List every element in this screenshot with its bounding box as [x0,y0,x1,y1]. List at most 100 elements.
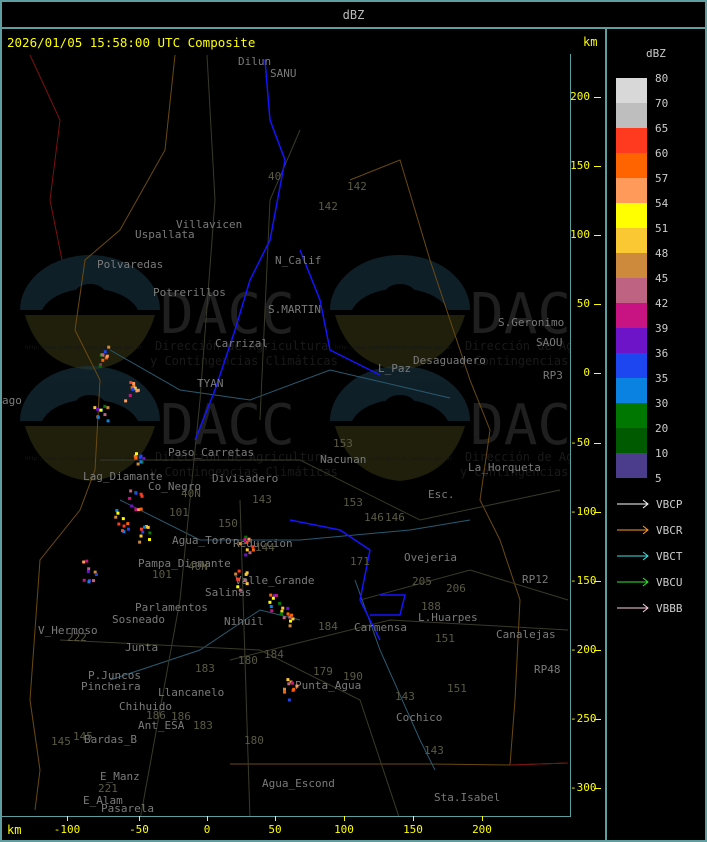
y-tick-label: -50 [570,435,590,449]
radar-echo [92,579,96,583]
radar-echo [139,507,143,511]
radar-echo [128,393,132,397]
arrow-icon [617,525,649,535]
color-swatch [616,253,647,278]
color-swatch [616,103,647,128]
scale-label: 35 [655,372,669,385]
radar-echo [142,456,146,460]
scale-label: 39 [655,322,669,335]
radar-echo [244,553,248,557]
place-label: RP48 [534,663,561,676]
radar-echo [237,569,241,573]
place-label: Cochico [396,711,442,724]
y-tick-mark [594,97,601,98]
svg-text:http://www.contingencias.mendo: http://www.contingencias.mendoza.gov.ar [25,456,142,462]
color-swatch [616,378,647,403]
y-tick-mark [594,166,601,168]
place-label: L_Paz [378,362,411,375]
color-swatch [616,353,647,378]
radar-echo [129,380,133,384]
radar-echo [282,616,286,620]
place-label: Agua_Escond [262,777,335,790]
place-label: SAOU [536,336,563,349]
radar-site-name: VBCT [656,549,683,563]
radar-echo [283,687,287,691]
svg-text:y Contingencias Climáticas: y Contingencias Climáticas [150,354,338,368]
place-label: Potrerillos [153,286,226,299]
radar-echo [286,678,290,682]
arrow-icon [617,577,649,587]
dacc-watermark: DACCDirección de Agriculturay Contingenc… [330,255,570,370]
svg-text:http://www.contingencias.mendo: http://www.contingencias.mendoza.gov.ar [335,345,452,351]
radar-echo [245,540,249,544]
radar-echo [287,698,291,702]
radar-echo [234,572,238,576]
radar-site-name: VBCR [656,523,683,537]
place-label: RP3 [543,369,563,382]
legend-unit: dBZ [646,47,666,60]
place-label: Pasarela [101,802,154,815]
radar-echo [134,491,138,495]
color-swatch [616,153,647,178]
route-number: 146 [385,511,405,524]
country-border [29,54,63,261]
radar-echo [99,408,103,412]
radar-echo [146,525,150,529]
x-tick-label: 0 [203,823,211,836]
y-tick-mark [594,304,601,306]
scale-label: 65 [655,122,669,135]
route-number: 186 [171,710,191,723]
color-swatch [616,78,647,103]
route-number: 101 [169,506,189,519]
y-tick-label: -100 [570,504,597,518]
x-tick-mark [139,816,140,821]
place-label: Nacunan [320,453,366,466]
y-axis-unit: km [583,35,598,49]
place-label: Nihuil [224,615,264,628]
x-tick-label: -100 [53,823,81,836]
radar-echo [286,606,290,610]
scale-label: 51 [655,222,669,235]
color-swatch [616,453,647,478]
scale-label: 20 [655,422,669,435]
radar-echo [135,452,139,456]
radar-echo [268,600,272,604]
y-tick-label: 50 [576,297,590,311]
radar-map[interactable]: DACC Dirección de Agricultura y Contingenc… [2,54,571,817]
radar-echo [103,413,107,417]
place-label: Polvaredas [97,258,163,271]
arrow-icon [617,499,649,509]
radar-echo [87,580,91,584]
y-tick-mark [594,442,601,444]
scale-label: 10 [655,447,669,460]
timestamp-title: 2026/01/05 15:58:00 UTC Composite [7,35,256,50]
y-tick-mark [594,511,601,513]
color-swatch [616,128,647,153]
radar-echo [96,407,100,411]
country-border [509,762,569,766]
route-number: 222 [67,631,87,644]
y-tick-label: -150 [570,573,597,587]
scale-label: 54 [655,197,669,210]
radar-echo [287,682,291,686]
route-number: 171 [350,555,370,568]
radar-site-item: VBCU [616,575,683,589]
route-number: 183 [195,662,215,675]
x-tick-label: 200 [472,823,492,836]
place-label: Sosneado [112,613,165,626]
route-number: 150 [218,517,238,530]
route-number: 142 [347,180,367,193]
radar-echo [134,456,138,460]
place-label: Sta.Isabel [434,791,500,804]
radar-echo [295,684,299,688]
radar-echo [148,538,152,542]
route-number: 186 [146,709,166,722]
arrow-icon [617,551,649,561]
radar-echo [105,354,109,358]
radar-echo [245,582,249,586]
route-number: 40N [181,487,201,500]
radar-echo [236,577,240,581]
radar-echo [86,569,90,573]
radar-echo [271,596,275,600]
radar-echo [117,522,121,526]
